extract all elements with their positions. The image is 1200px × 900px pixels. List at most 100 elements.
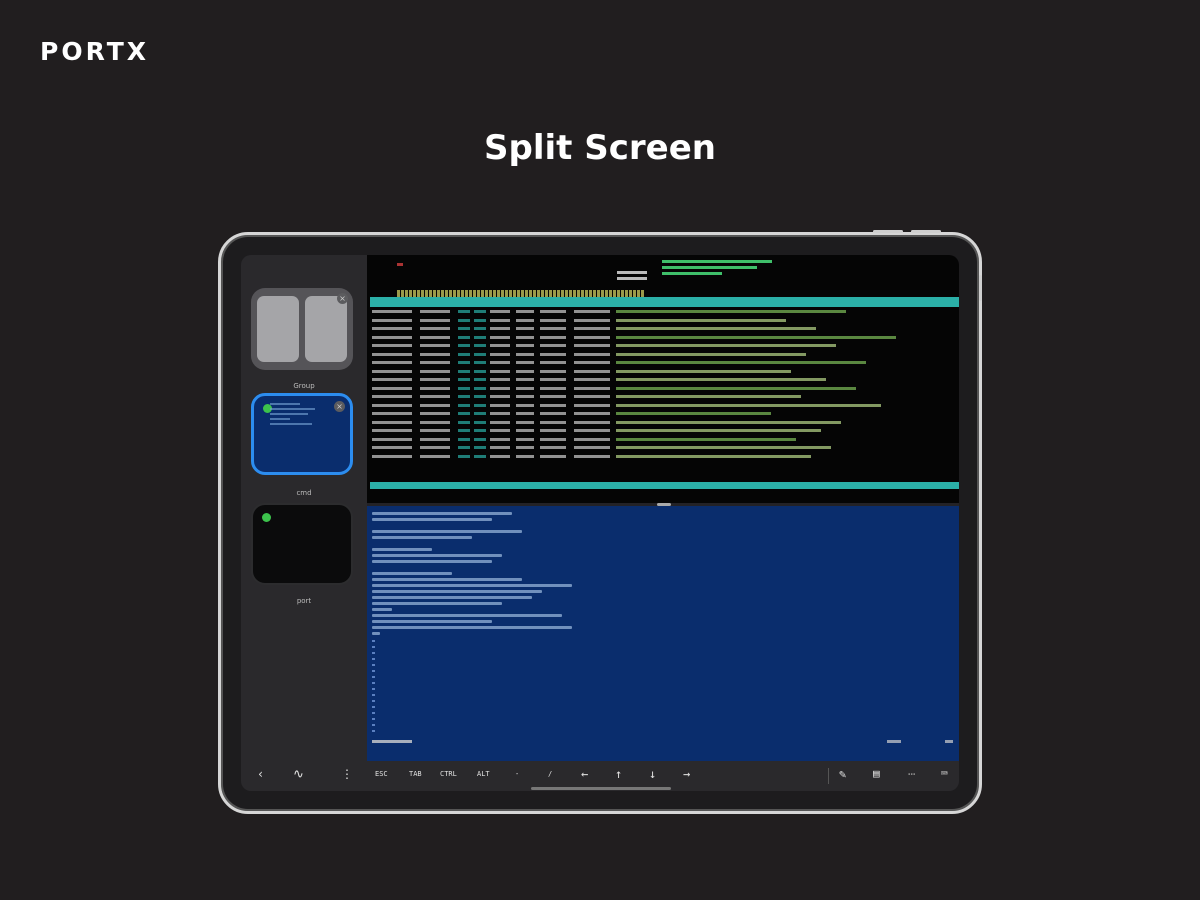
htop-process-cell	[490, 327, 510, 330]
htop-process-row	[370, 351, 959, 358]
htop-process-row	[370, 385, 959, 392]
vim-text-line	[372, 560, 492, 563]
htop-process-cell	[516, 335, 534, 339]
session-card-group[interactable]: ×	[251, 288, 353, 370]
arrow-right-icon[interactable]: →	[683, 767, 690, 781]
htop-process-cell	[420, 454, 450, 458]
arrow-left-icon[interactable]: ←	[581, 767, 588, 781]
split-pane-left	[257, 296, 299, 362]
htop-swp-label	[617, 277, 647, 280]
htop-process-cell	[458, 412, 470, 415]
arrow-down-icon[interactable]: ↓	[649, 767, 656, 781]
htop-process-cell	[574, 429, 610, 432]
vim-empty-line-marker	[372, 676, 375, 678]
htop-process-cell	[516, 437, 534, 441]
terminal-pane-htop[interactable]	[367, 255, 959, 503]
htop-process-cell	[574, 378, 610, 381]
tablet-volume-button	[911, 230, 941, 233]
htop-process-row	[370, 317, 959, 324]
htop-process-cell	[540, 412, 566, 415]
htop-process-cell	[372, 352, 412, 356]
htop-process-row	[370, 334, 959, 341]
terminal-pane-vim[interactable]	[367, 506, 959, 761]
vim-text-line	[372, 602, 502, 605]
session-sidebar: × Group × cmd port	[241, 255, 367, 761]
htop-process-cell	[474, 352, 486, 356]
htop-process-cell	[616, 318, 786, 322]
close-icon[interactable]: ×	[337, 293, 348, 304]
htop-process-cell	[420, 318, 450, 322]
key-tab[interactable]: TAB	[409, 770, 422, 778]
htop-process-cell	[490, 437, 510, 441]
more-vertical-icon[interactable]: ⋮	[341, 767, 353, 781]
htop-process-cell	[540, 378, 566, 381]
vim-text-line	[372, 554, 502, 557]
session-card-port[interactable]	[251, 503, 353, 585]
htop-process-cell	[574, 369, 610, 373]
htop-process-cell	[372, 446, 412, 449]
vim-empty-line-marker	[372, 682, 375, 684]
key-alt[interactable]: ALT	[477, 770, 490, 778]
htop-process-cell	[474, 412, 486, 415]
htop-process-cell	[516, 429, 534, 432]
vim-text-line	[372, 596, 532, 599]
htop-process-cell	[372, 454, 412, 458]
vim-text-line	[372, 608, 392, 611]
arrow-up-icon[interactable]: ↑	[615, 767, 622, 781]
page-headline: Split Screen	[484, 128, 716, 168]
vim-empty-line-marker	[372, 706, 375, 708]
htop-process-cell	[574, 361, 610, 364]
htop-process-cell	[616, 446, 831, 449]
htop-process-cell	[540, 310, 566, 313]
session-card-cmd[interactable]: ×	[251, 393, 353, 475]
vim-cursor-position	[887, 740, 901, 743]
htop-process-cell	[574, 344, 610, 347]
htop-process-cell	[516, 369, 534, 373]
htop-process-cell	[420, 369, 450, 373]
htop-process-row	[370, 436, 959, 443]
vim-empty-line-marker	[372, 694, 375, 696]
htop-process-cell	[420, 446, 450, 449]
htop-process-cell	[490, 454, 510, 458]
htop-process-cell	[474, 403, 486, 407]
key-ctrl[interactable]: CTRL	[440, 770, 457, 778]
htop-process-cell	[616, 412, 771, 415]
vim-empty-line-marker	[372, 670, 375, 672]
htop-process-cell	[474, 378, 486, 381]
portx-swirl-icon[interactable]: ∿	[293, 767, 304, 782]
close-icon[interactable]: ×	[334, 401, 345, 412]
htop-process-cell	[372, 378, 412, 381]
htop-process-row	[370, 325, 959, 332]
htop-process-cell	[490, 344, 510, 347]
keyboard-icon[interactable]: ⌨	[941, 767, 948, 780]
pen-icon[interactable]: ✎	[839, 767, 846, 781]
htop-process-cell	[540, 403, 566, 407]
vim-text-line	[372, 530, 522, 533]
htop-process-row	[370, 342, 959, 349]
key-slash[interactable]: /	[548, 770, 552, 778]
htop-process-cell	[540, 335, 566, 339]
key-dash[interactable]: -	[515, 770, 519, 778]
portx-logo: PORTX	[40, 37, 150, 66]
key-esc[interactable]: ESC	[375, 770, 388, 778]
htop-process-cell	[574, 335, 610, 339]
vim-text-line	[372, 614, 562, 617]
snippet-icon[interactable]: ▤	[873, 767, 880, 780]
htop-process-row	[370, 444, 959, 451]
htop-process-cell	[474, 327, 486, 330]
htop-process-row	[370, 427, 959, 434]
htop-process-cell	[540, 369, 566, 373]
htop-process-cell	[490, 386, 510, 390]
ellipsis-icon[interactable]: ⋯	[908, 767, 915, 781]
htop-process-cell	[420, 378, 450, 381]
htop-process-cell	[574, 454, 610, 458]
htop-process-cell	[540, 395, 566, 398]
htop-process-cell	[540, 386, 566, 390]
htop-process-cell	[540, 454, 566, 458]
chevron-left-icon[interactable]: ‹	[257, 767, 264, 781]
htop-process-cell	[616, 378, 826, 381]
htop-process-cell	[616, 327, 816, 330]
htop-process-cell	[490, 412, 510, 415]
htop-process-cell	[474, 386, 486, 390]
htop-process-cell	[616, 310, 846, 313]
